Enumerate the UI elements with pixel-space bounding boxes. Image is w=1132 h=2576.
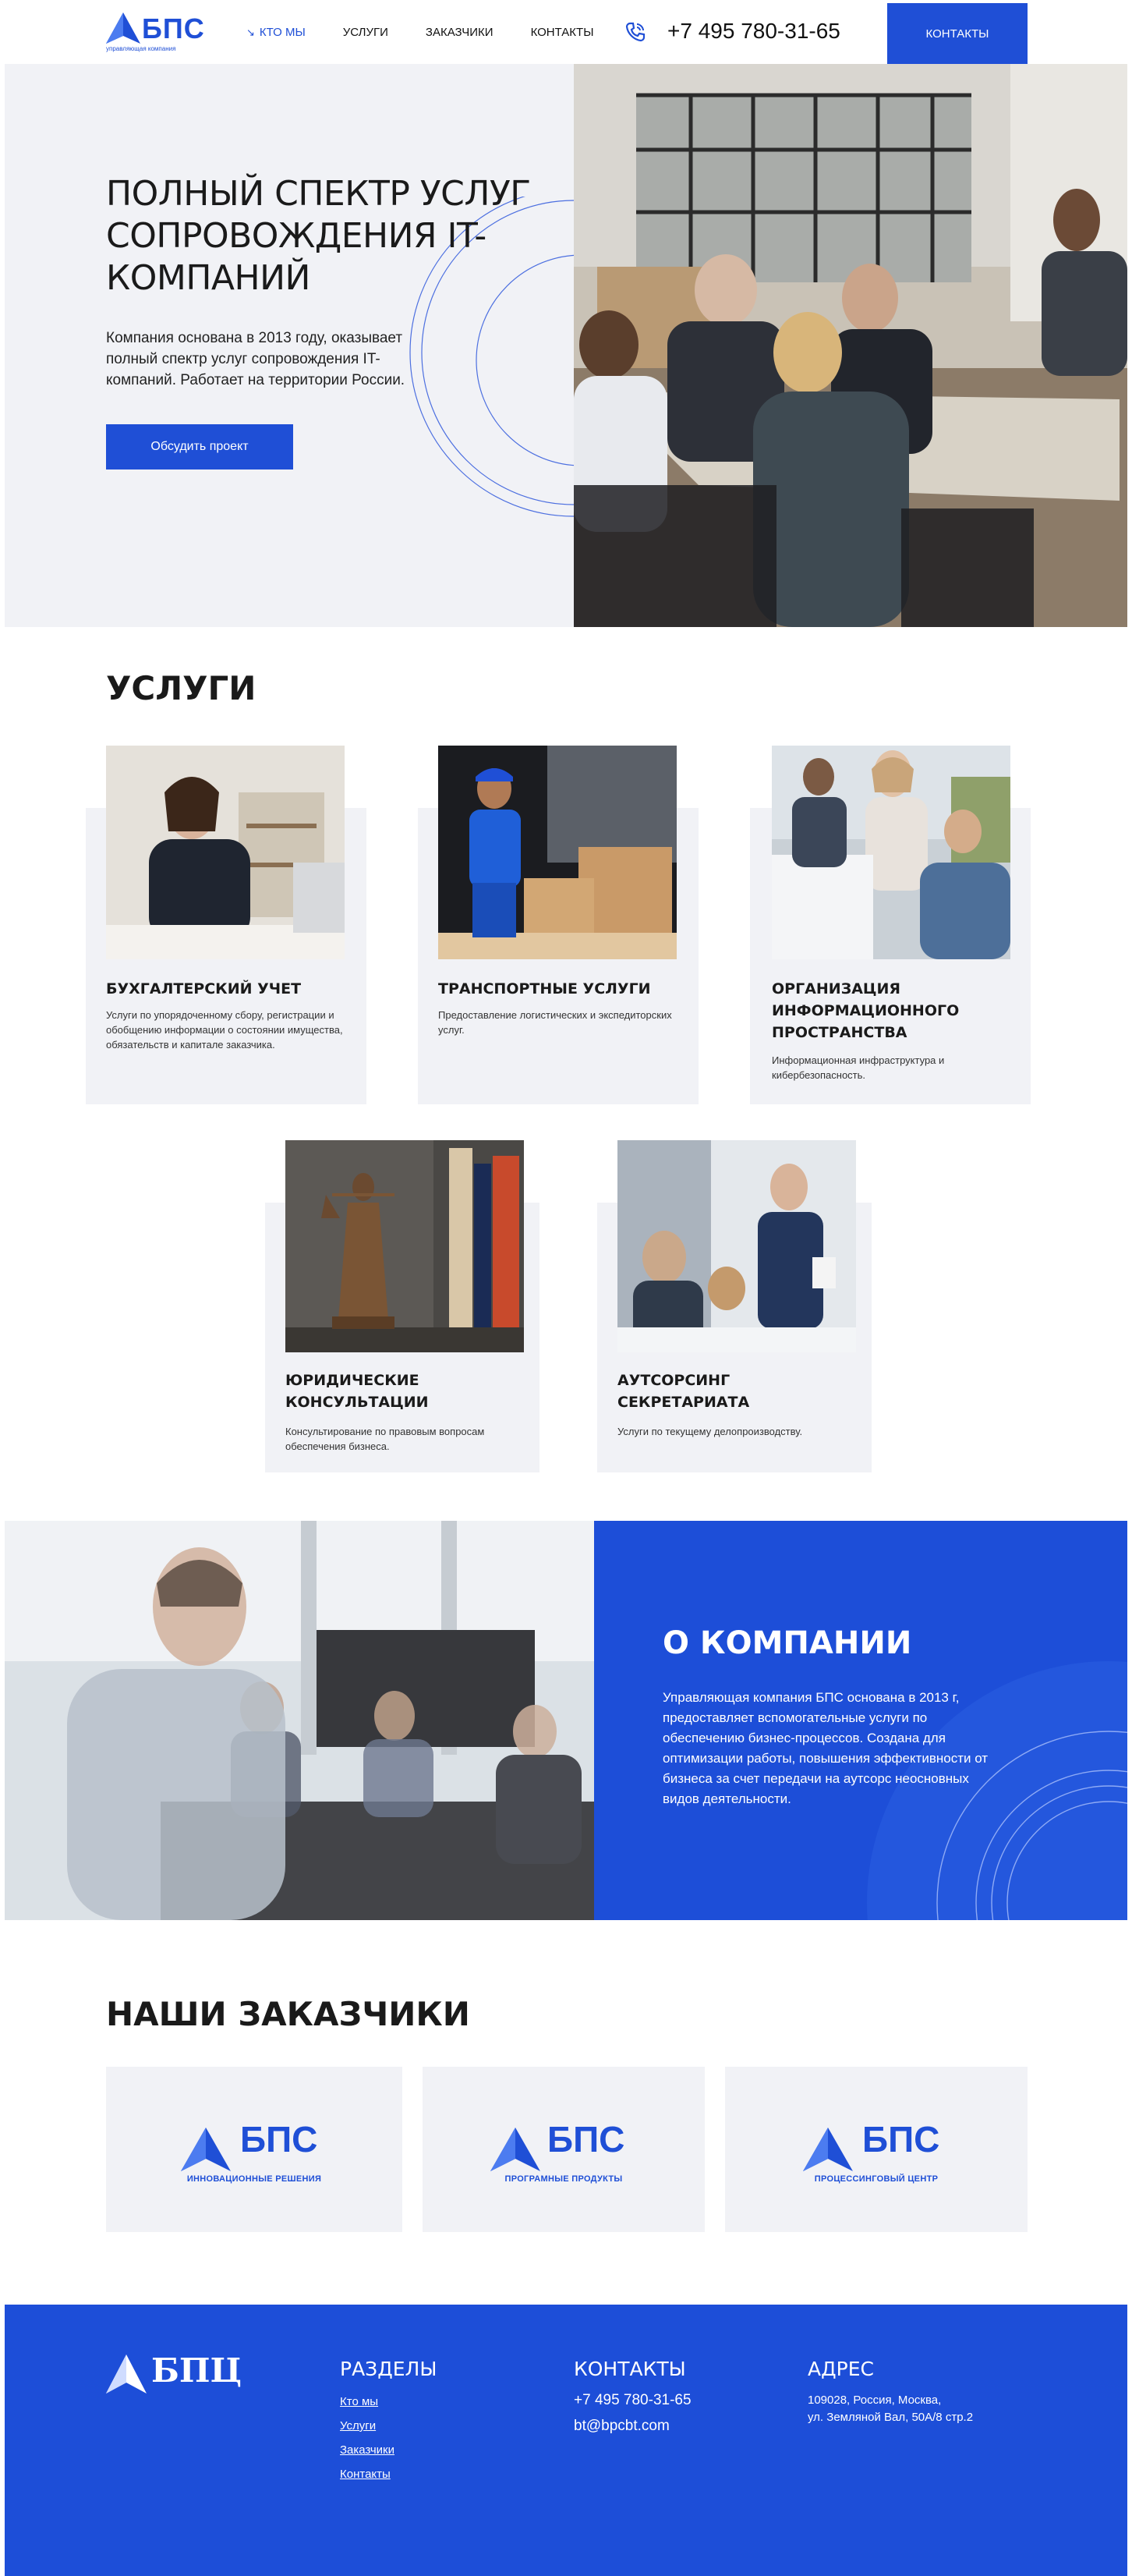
service-description: Информационная инфраструктура и кибербез… [772,1054,945,1081]
hero-title: Полный спектр услуг сопровождения IT-ком… [106,174,531,298]
footer-link-who-we-are[interactable]: Кто мы [340,2395,378,2408]
header-phone[interactable]: +7 495 780-31-65 [667,19,840,44]
office-meeting-photo [574,64,1127,627]
service-title: Транспортные услуги [438,980,651,997]
hero-description: Компания основана в 2013 году, оказывает… [106,330,405,388]
site-logo[interactable]: БПС управляющая компания [106,11,204,55]
about-section: О компании Управляющая компания БПС осно… [594,1521,1127,1920]
client-subtitle: Програмные продукты [504,2174,623,2184]
logo-mark-icon [106,12,140,44]
main-nav: ↘ Кто мы Услуги Заказчики Контакты [246,0,631,64]
service-title: Аутсорсинг секретариата [617,1372,750,1411]
footer-phone[interactable]: +7 495 780-31-65 [574,2392,692,2409]
service-description: Консультирование по правовым вопросам об… [285,1426,485,1452]
service-description: Предоставление логистических и экспедито… [438,1009,672,1036]
services-title: Услуги [106,669,256,707]
footer-email[interactable]: bt@bpcbt.com [574,2418,670,2435]
about-title: О компании [663,1625,912,1661]
presentation-photo [617,1140,856,1352]
client-name: БПС [862,2119,940,2160]
nav-item-contacts[interactable]: Контакты [531,26,594,39]
service-title: Бухгалтерский учет [106,980,302,997]
footer-address-line: 109028, Россия, Москва, [808,2394,942,2407]
service-description: Услуги по упорядоченному сбору, регистра… [106,1009,343,1051]
nav-item-clients[interactable]: Заказчики [426,26,493,39]
client-card[interactable]: БПС Процессинговый центр [725,2067,1028,2232]
footer-logo-mark-icon [106,2355,147,2394]
client-card[interactable]: БПС Програмные продукты [423,2067,705,2232]
client-name: БПС [547,2119,625,2160]
footer-logo-text: БПЦ [151,2351,242,2390]
footer-address-line: ул. Земляной Вал, 50А/8 стр.2 [808,2411,974,2424]
client-name: БПС [240,2119,318,2160]
site-footer: БПЦ Разделы Кто мы Услуги Заказчики Конт… [5,2305,1127,2576]
client-card[interactable]: БПС Инновационные решения [106,2067,402,2232]
footer-link-clients[interactable]: Заказчики [340,2443,394,2457]
footer-sections-title: Разделы [340,2358,437,2380]
phone-icon [625,22,646,42]
logo-subtitle: управляющая компания [106,45,176,52]
nav-item-services[interactable]: Услуги [343,26,388,39]
discuss-project-button[interactable]: Обсудить проект [106,424,293,469]
footer-link-contacts[interactable]: Контакты [340,2468,391,2481]
accountant-photo [106,746,345,959]
themis-statue-photo [285,1140,524,1352]
client-subtitle: Процессинговый центр [814,2174,939,2184]
footer-address-title: Адрес [808,2358,874,2380]
about-text: Управляющая компания БПС основана в 2013… [663,1690,989,1806]
nav-item-who-we-are[interactable]: ↘ Кто мы [246,26,306,39]
service-title: Организация информационного пространства [772,980,960,1041]
courier-photo [438,746,677,959]
it-team-photo [772,746,1010,959]
hero-section: Полный спектр услуг сопровождения IT-ком… [5,64,1127,627]
business-presentation-photo [5,1521,594,1920]
contacts-button[interactable]: Контакты [887,3,1028,64]
footer-contacts-title: Контакты [574,2358,686,2380]
arrow-down-right-icon: ↘ [246,26,255,38]
clients-title: Наши заказчики [106,1995,470,2033]
nav-label: Кто мы [259,25,306,39]
client-subtitle: Инновационные решения [186,2174,322,2184]
site-header: БПС управляющая компания ↘ Кто мы Услуги … [0,0,1132,64]
footer-link-services[interactable]: Услуги [340,2419,376,2432]
service-description: Услуги по текущему делопроизводству. [617,1426,803,1437]
logo-text: БПС [142,12,205,44]
service-title: Юридические консультации [285,1372,429,1411]
